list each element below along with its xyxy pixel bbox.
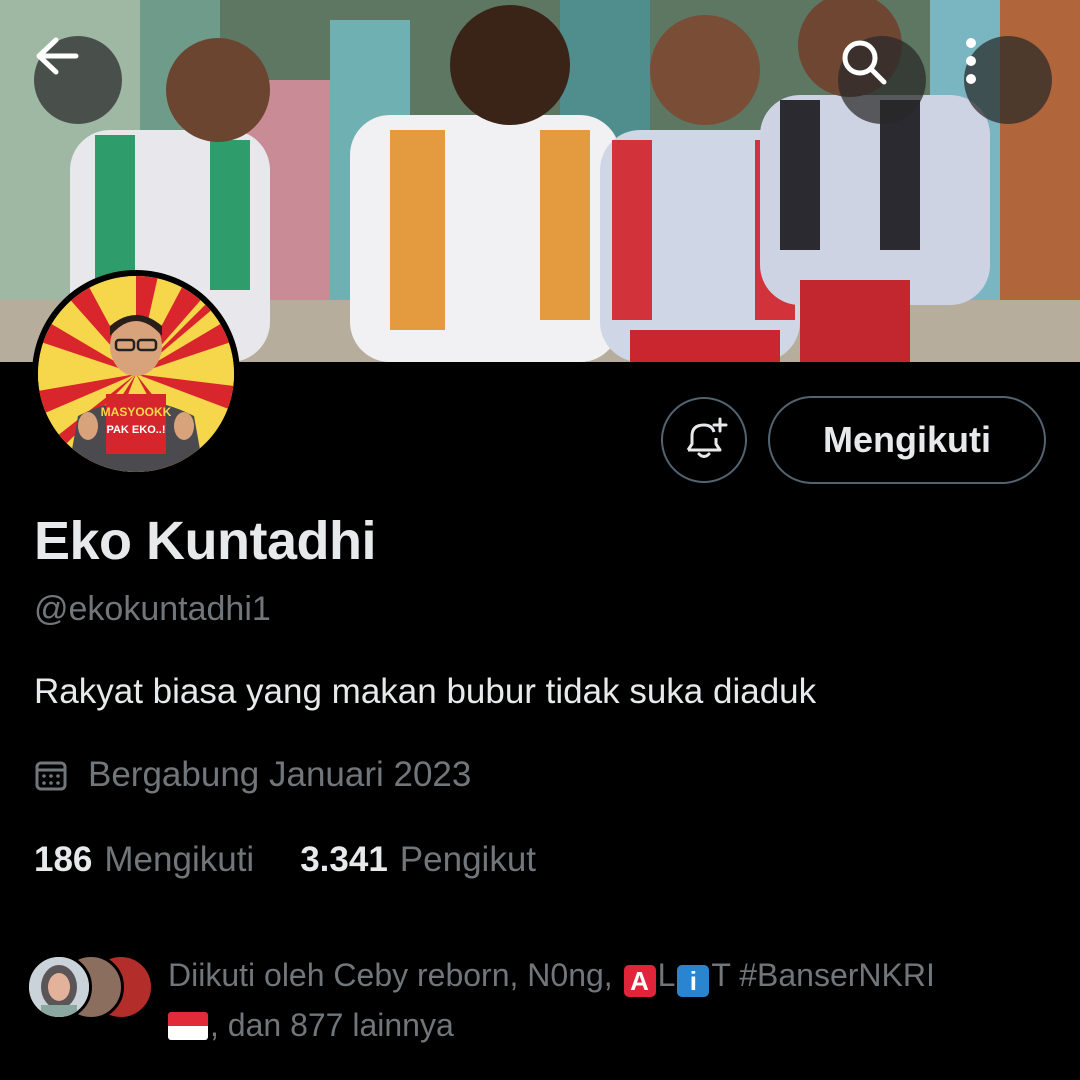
- avatar-text-bottom: PAK EKO..!: [106, 424, 165, 436]
- bell-plus-icon: [686, 417, 728, 458]
- back-button[interactable]: [34, 36, 122, 124]
- arrow-left-icon: [36, 37, 79, 75]
- joined-date: Bergabung Januari 2023: [34, 755, 471, 795]
- followed-by[interactable]: Diikuti oleh Ceby reborn, N0ng, ALiT #Ba…: [26, 950, 1066, 1050]
- indonesia-flag-icon: [168, 1012, 208, 1040]
- follower-avatar: [26, 954, 92, 1020]
- followed-by-trailer: , dan 877 lainnya: [210, 1007, 454, 1043]
- followers-label: Pengikut: [399, 840, 537, 879]
- notification-bell-button[interactable]: [661, 397, 747, 483]
- more-vertical-icon: [966, 38, 976, 84]
- avatar-image: MASYOOKK PAK EKO..!: [38, 276, 234, 472]
- emoji-letter-a: A: [623, 965, 656, 997]
- avatar-text-top: MASYOOKK: [101, 405, 172, 419]
- followed-by-suffix: T #BanserNKRI: [711, 957, 935, 993]
- search-button[interactable]: [838, 36, 926, 124]
- following-stat[interactable]: 186 Mengikuti: [34, 840, 254, 880]
- emoji-info-i: i: [677, 965, 710, 997]
- followers-count: 3.341: [300, 840, 388, 879]
- profile-handle: @ekokuntadhi1: [34, 590, 271, 628]
- letter-l: L: [657, 957, 676, 993]
- following-label: Mengikuti: [104, 840, 255, 879]
- joined-text: Bergabung Januari 2023: [88, 755, 472, 794]
- profile-avatar[interactable]: MASYOOKK PAK EKO..!: [32, 270, 240, 478]
- following-button[interactable]: Mengikuti: [768, 396, 1046, 484]
- profile-stats: 186 Mengikuti 3.341 Pengikut: [34, 840, 536, 880]
- followed-by-prefix: Diikuti oleh Ceby reborn, N0ng,: [168, 957, 622, 993]
- more-options-button[interactable]: [964, 36, 1052, 124]
- calendar-icon: [35, 761, 67, 791]
- followed-by-text: Diikuti oleh Ceby reborn, N0ng, ALiT #Ba…: [168, 950, 1068, 1050]
- profile-bio: Rakyat biasa yang makan bubur tidak suka…: [34, 672, 817, 711]
- followers-stat[interactable]: 3.341 Pengikut: [300, 840, 536, 880]
- profile-name: Eko Kuntadhi: [34, 511, 377, 571]
- follower-avatar-image: [29, 957, 89, 1017]
- following-count: 186: [34, 840, 93, 879]
- follower-avatars: [26, 954, 156, 1022]
- search-icon: [842, 40, 887, 85]
